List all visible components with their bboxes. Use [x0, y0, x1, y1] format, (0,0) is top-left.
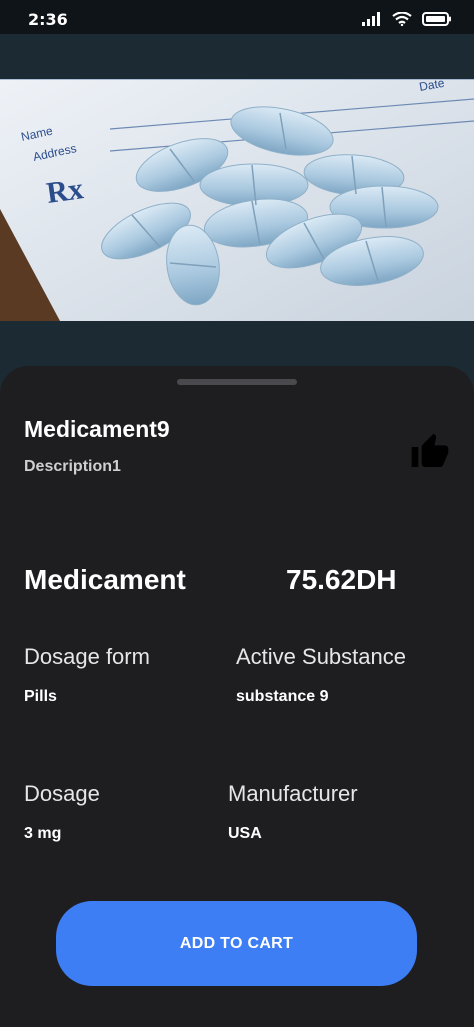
product-name: Medicament9 — [24, 416, 170, 442]
product-price: 75.62DH — [286, 564, 397, 595]
product-image: Name Address Date Rx — [0, 79, 474, 321]
add-to-cart-label: ADD TO CART — [179, 934, 294, 952]
manufacturer-value: USA — [228, 825, 262, 842]
signal-icon — [362, 12, 380, 26]
drag-handle[interactable] — [177, 379, 297, 385]
add-to-cart-button[interactable]: ADD TO CART — [56, 901, 417, 986]
dosage-label: Dosage — [24, 781, 100, 806]
active-substance-value: substance 9 — [236, 688, 329, 705]
dosage-value: 3 mg — [24, 825, 62, 842]
dosage-form-value: Pills — [24, 688, 57, 705]
battery-icon — [422, 12, 451, 26]
prescription-pills-photo: Name Address Date Rx — [0, 79, 474, 321]
status-icons — [362, 12, 452, 26]
product-detail-sheet: Medicament9 Description1 Medicament 75.6… — [0, 366, 474, 1027]
thumbs-up-icon — [411, 433, 449, 467]
status-time: 2:36 — [28, 10, 68, 29]
product-category: Medicament — [24, 564, 186, 595]
dosage-form-label: Dosage form — [24, 644, 150, 669]
active-substance-label: Active Substance — [236, 644, 406, 669]
rx-symbol: Rx — [44, 172, 85, 210]
like-button[interactable] — [408, 432, 452, 472]
status-bar: 2:36 — [0, 0, 474, 34]
product-description: Description1 — [24, 458, 121, 475]
wifi-icon — [392, 12, 412, 26]
manufacturer-label: Manufacturer — [228, 781, 358, 806]
